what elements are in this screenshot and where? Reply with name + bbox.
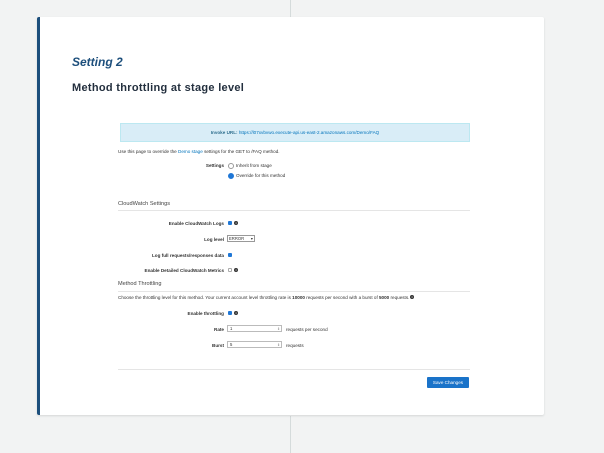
radio-inherit-circle[interactable] — [228, 163, 234, 169]
enable-throttling-checkbox[interactable] — [228, 311, 232, 315]
intro-pre: Use this page to override the — [118, 149, 177, 154]
settings-label: Settings — [205, 163, 224, 168]
burst-value: 5 — [230, 342, 233, 347]
log-full-checkbox[interactable] — [228, 253, 232, 257]
divider — [118, 369, 470, 370]
chevron-down-icon: ▾ — [250, 236, 253, 241]
info-icon[interactable]: i — [234, 268, 238, 272]
burst-label: Burst — [212, 343, 224, 348]
radio-override-label: Override for this method — [236, 173, 286, 179]
card-title: Setting 2 — [72, 55, 123, 69]
detailed-metrics-label: Enable Detailed CloudWatch Metrics — [144, 268, 224, 273]
burst-input[interactable]: 5 ⇕ — [227, 341, 282, 348]
rate-value: 1 — [230, 326, 233, 331]
demo-stage-link[interactable]: Demo stage — [178, 149, 203, 154]
card-subtitle: Method throttling at stage level — [72, 82, 245, 94]
log-level-select[interactable]: ERROR ▾ — [227, 235, 255, 242]
log-level-value: ERROR — [229, 236, 245, 241]
divider — [118, 291, 470, 292]
rate-label: Rate — [214, 327, 224, 332]
log-level-label: Log level — [204, 237, 224, 242]
stepper-icon[interactable]: ⇕ — [277, 326, 280, 332]
enable-throttling-label: Enable throttling — [187, 311, 225, 316]
throttle-rate: 10000 — [292, 295, 305, 300]
info-icon[interactable]: i — [234, 311, 238, 315]
throttle-description: Choose the throttling level for this met… — [118, 295, 409, 300]
throttle-burst: 5000 — [379, 295, 390, 300]
radio-inherit-label: Inherit from stage — [236, 163, 272, 169]
connector-line-top — [290, 0, 291, 17]
enable-logs-checkbox[interactable] — [228, 221, 232, 225]
divider — [118, 210, 470, 211]
throttle-mid: requests per second with a burst of — [306, 295, 378, 300]
burst-unit: requests — [286, 343, 304, 348]
radio-override[interactable]: Override for this method — [228, 173, 285, 179]
log-full-label: Log full requests/responses data — [152, 253, 224, 258]
rate-input[interactable]: 1 ⇕ — [227, 325, 282, 332]
throttling-heading: Method Throttling — [118, 281, 162, 287]
invoke-url-label: Invoke URL: — [210, 130, 238, 135]
cloudwatch-heading: CloudWatch Settings — [118, 201, 171, 207]
rate-unit: requests per second — [286, 327, 328, 332]
invoke-url-banner: Invoke URL: https://l07xvbvwo.execute-ap… — [120, 123, 470, 142]
info-icon[interactable]: i — [410, 295, 414, 299]
save-changes-button[interactable]: Save Changes — [427, 377, 469, 388]
radio-inherit[interactable]: Inherit from stage — [228, 163, 272, 169]
connector-line-bottom — [290, 416, 291, 453]
detailed-metrics-checkbox[interactable] — [228, 268, 232, 272]
stepper-icon[interactable]: ⇕ — [277, 342, 280, 348]
throttle-post: requests. — [390, 295, 410, 300]
throttle-pre: Choose the throttling level for this met… — [118, 295, 291, 300]
intro-text: Use this page to override the Demo stage… — [118, 149, 280, 154]
invoke-url-link[interactable]: https://l07xvbvwo.execute-api.us-east-2.… — [239, 130, 379, 135]
intro-post: settings for the GET to /FAQ method. — [204, 149, 280, 154]
setting-card: Setting 2 Method throttling at stage lev… — [37, 17, 544, 415]
enable-logs-label: Enable CloudWatch Logs — [168, 221, 224, 226]
info-icon[interactable]: i — [234, 221, 238, 225]
method-settings-screenshot: Invoke URL: https://l07xvbvwo.execute-ap… — [118, 121, 470, 393]
radio-override-circle[interactable] — [228, 173, 234, 179]
